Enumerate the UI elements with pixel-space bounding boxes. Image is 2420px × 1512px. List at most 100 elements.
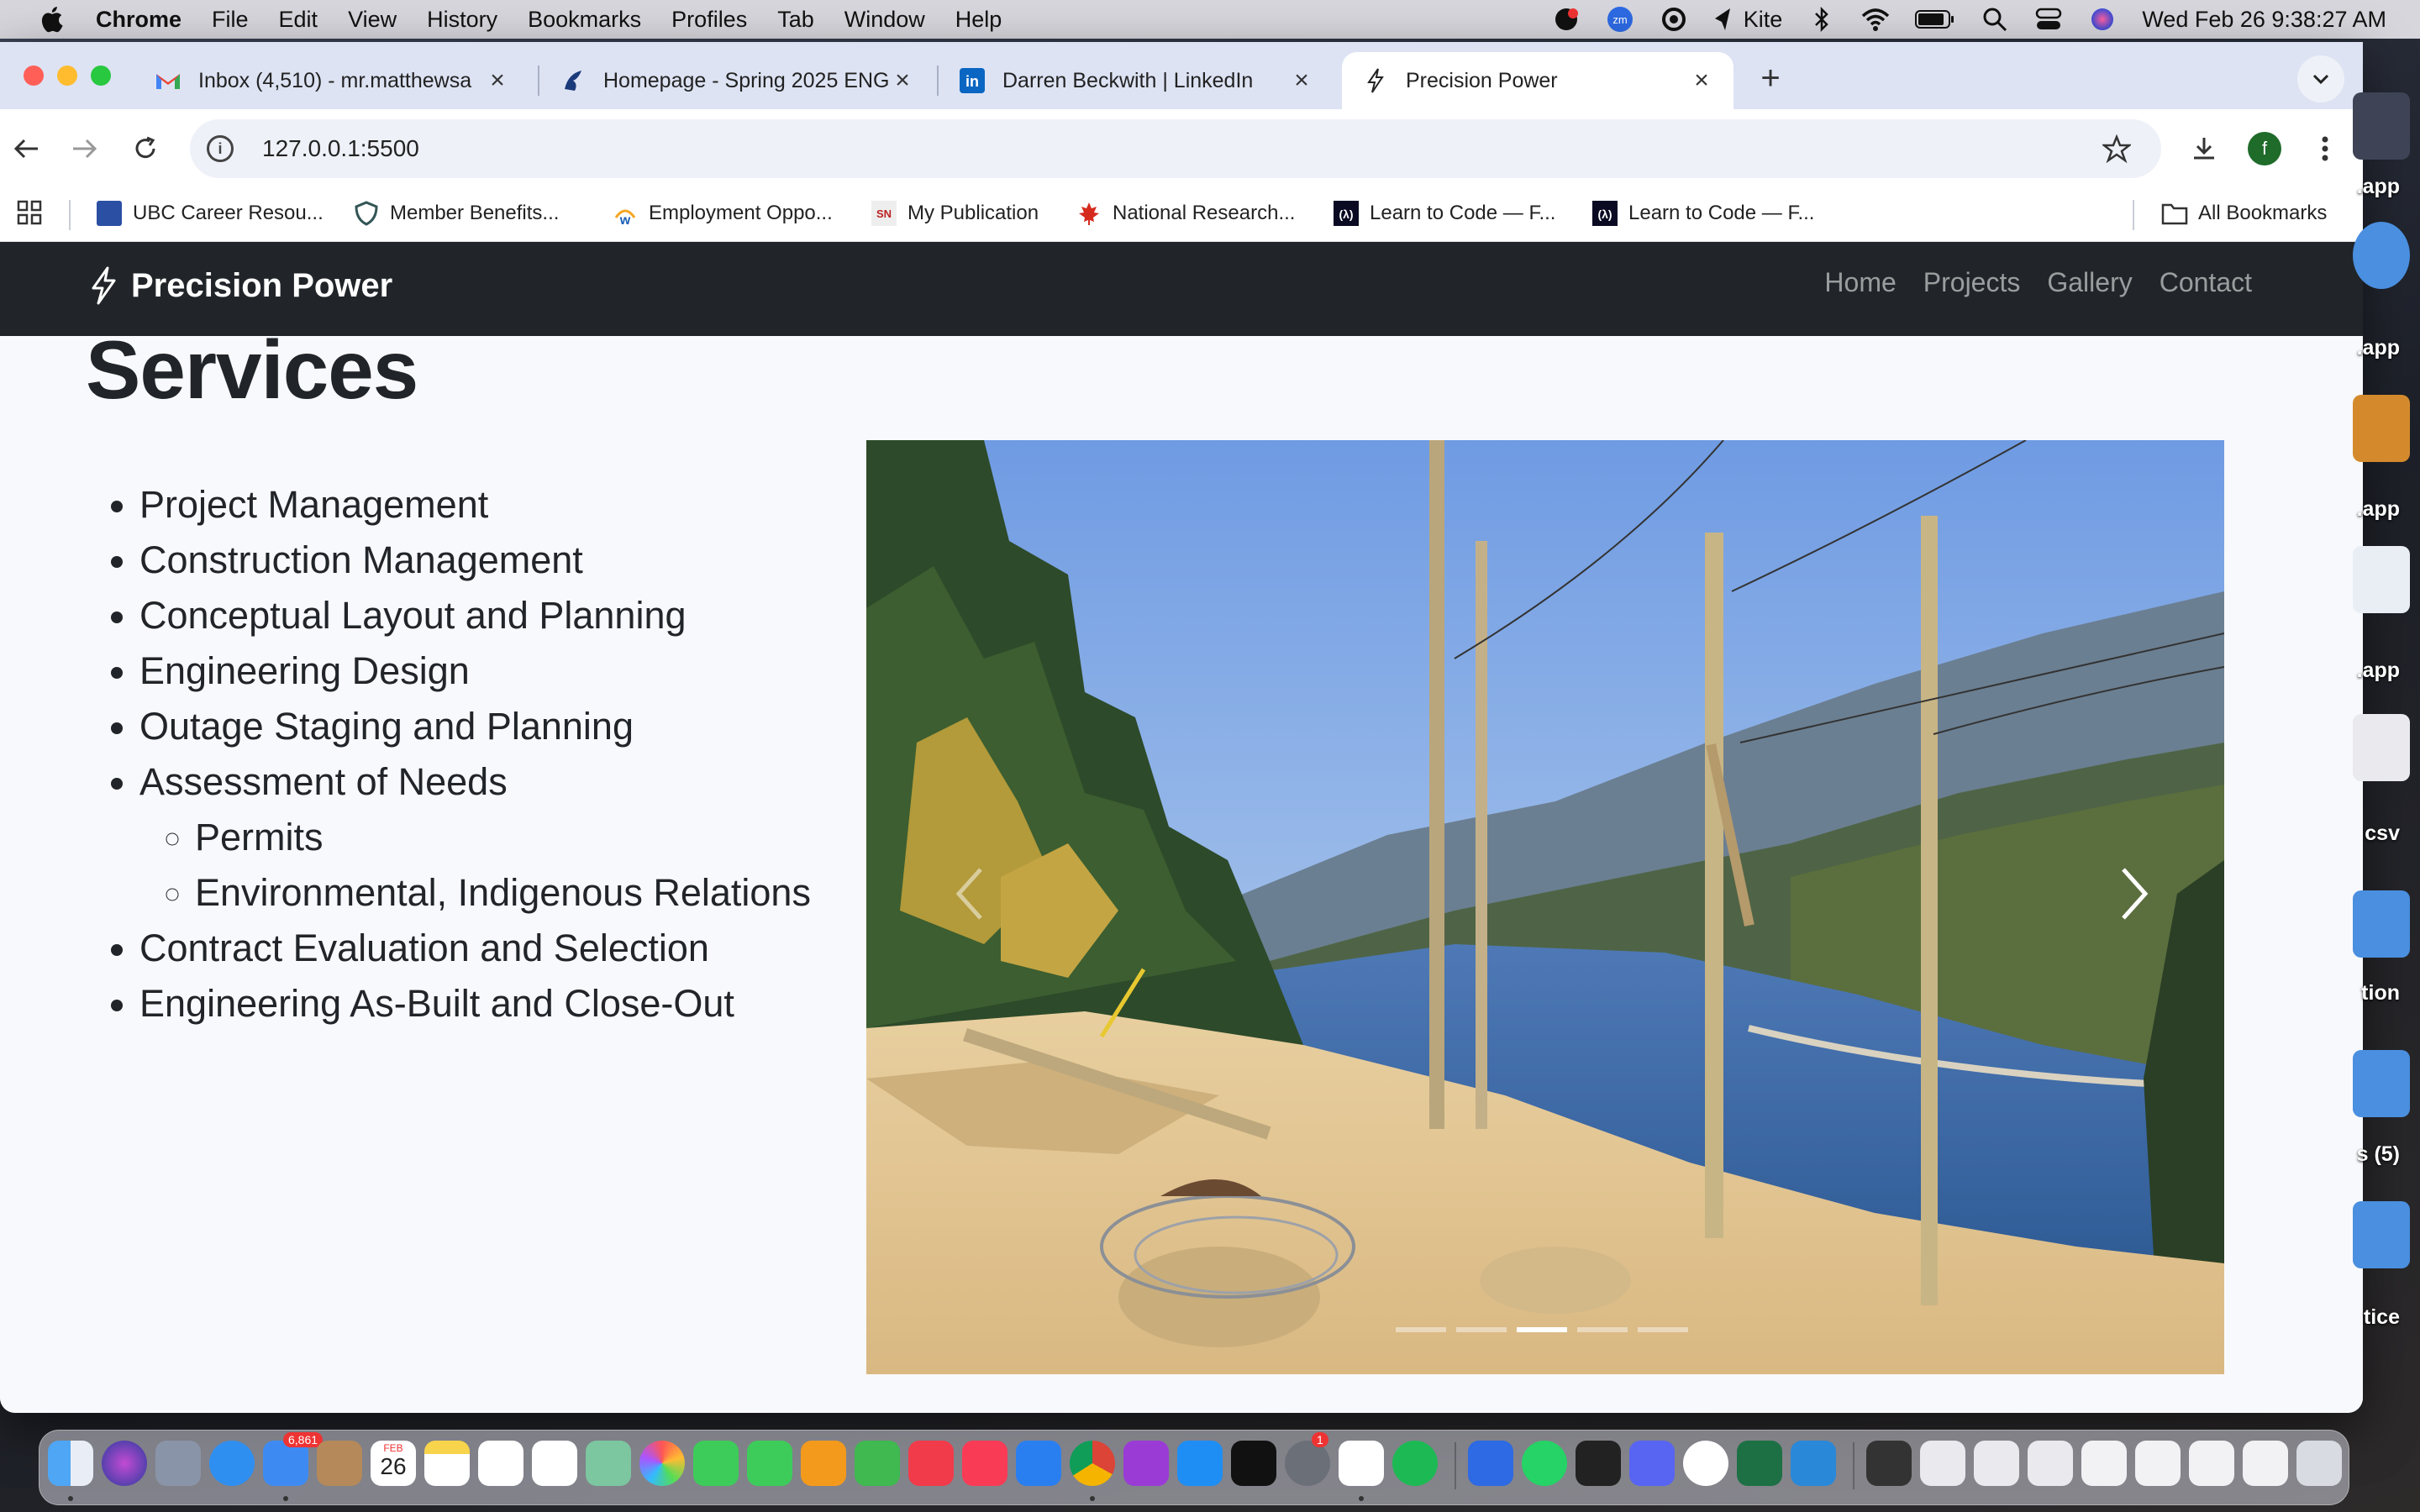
recent-document-icon[interactable] [2243, 1441, 2288, 1486]
forward-arrow-icon[interactable] [64, 128, 106, 170]
tab-search-button[interactable] [2297, 55, 2344, 102]
recent-window-icon[interactable] [1866, 1441, 1912, 1486]
zoom-icon[interactable] [1468, 1441, 1513, 1486]
launchpad-icon[interactable] [155, 1441, 201, 1486]
finder-icon[interactable] [48, 1441, 93, 1486]
whatsapp-icon[interactable] [1522, 1441, 1567, 1486]
bookmark-national-research[interactable]: National Research... [1076, 200, 1295, 227]
control-center-icon[interactable] [2034, 5, 2063, 34]
new-tab-button[interactable]: + [1749, 57, 1791, 99]
excel-icon[interactable] [1737, 1441, 1782, 1486]
bookmark-ubc-career[interactable]: UBC Career Resou... [96, 200, 324, 227]
folder-icon[interactable] [2353, 1050, 2410, 1117]
recent-document-icon[interactable] [2135, 1441, 2181, 1486]
all-bookmarks-button[interactable]: All Bookmarks [2161, 200, 2327, 227]
desktop-file-icon[interactable] [2353, 92, 2410, 160]
nav-link-contact[interactable]: Contact [2160, 267, 2252, 298]
siri-icon[interactable] [102, 1441, 147, 1486]
nav-link-gallery[interactable]: Gallery [2047, 267, 2132, 298]
project-carousel[interactable] [866, 440, 2224, 1374]
bookmark-my-publication[interactable]: SN My Publication [871, 200, 1039, 227]
desktop-app-icon[interactable] [2353, 546, 2410, 613]
bookmark-learn-to-code-1[interactable]: (λ) Learn to Code — F... [1333, 200, 1555, 227]
carousel-indicator[interactable] [1396, 1327, 1446, 1332]
reminders-icon[interactable] [532, 1441, 577, 1486]
gmail-status-icon[interactable] [1552, 5, 1581, 34]
terminal-icon[interactable] [1576, 1441, 1621, 1486]
apps-grid-icon[interactable] [17, 200, 42, 225]
keynote-icon[interactable] [1016, 1441, 1061, 1486]
site-info-icon[interactable]: i [207, 135, 234, 162]
mail-icon[interactable] [263, 1441, 308, 1486]
tab-precision-power[interactable]: Precision Power × [1342, 52, 1733, 109]
apple-tv-icon[interactable] [1231, 1441, 1276, 1486]
tab-close-icon[interactable]: × [1688, 66, 1715, 94]
carousel-indicator[interactable] [1456, 1327, 1507, 1332]
apple-menu-icon[interactable] [32, 0, 71, 39]
menu-bookmarks[interactable]: Bookmarks [528, 7, 641, 33]
bookmark-learn-to-code-2[interactable]: (λ) Learn to Code — F... [1591, 200, 1814, 227]
menubar-clock[interactable]: Wed Feb 26 9:38:27 AM [2142, 7, 2386, 33]
calendar-icon[interactable]: FEB 26 [371, 1441, 416, 1486]
tab-close-icon[interactable]: × [1288, 66, 1315, 94]
spotlight-search-icon[interactable] [1981, 5, 2009, 34]
menu-app-chrome[interactable]: Chrome [96, 7, 182, 33]
bookmark-member-benefits[interactable]: Member Benefits... [353, 200, 559, 227]
bluetooth-icon[interactable] [1807, 5, 1836, 34]
csv-file-icon[interactable] [2353, 714, 2410, 781]
recent-document-icon[interactable] [2081, 1441, 2127, 1486]
site-brand[interactable]: Precision Power [87, 265, 392, 306]
bookmark-star-icon[interactable] [2102, 134, 2131, 163]
back-arrow-icon[interactable] [5, 128, 47, 170]
tab-gmail[interactable]: Inbox (4,510) - mr.matthewsa × [134, 52, 529, 109]
recent-document-icon[interactable] [1920, 1441, 1965, 1486]
folder-icon[interactable] [2353, 1201, 2410, 1268]
discord-icon[interactable] [1629, 1441, 1675, 1486]
download-icon[interactable] [2183, 128, 2225, 170]
carousel-indicator[interactable] [1577, 1327, 1628, 1332]
podcasts-icon[interactable] [1123, 1441, 1169, 1486]
tab-close-icon[interactable]: × [484, 66, 511, 94]
system-settings-icon[interactable] [1285, 1441, 1330, 1486]
carousel-prev-control[interactable] [937, 843, 1004, 944]
notes-icon[interactable] [424, 1441, 470, 1486]
bookmark-employment[interactable]: w Employment Oppo... [612, 200, 833, 227]
folder-icon[interactable] [2353, 890, 2410, 958]
numbers-icon[interactable] [855, 1441, 900, 1486]
desktop-app-icon[interactable] [2353, 395, 2410, 462]
address-bar[interactable]: i [190, 119, 2161, 178]
news-icon[interactable] [908, 1441, 954, 1486]
tab-linkedin[interactable]: in Darren Beckwith | LinkedIn × [939, 52, 1334, 109]
reload-icon[interactable] [124, 128, 166, 170]
slack-icon[interactable] [1339, 1441, 1384, 1486]
spotify-icon[interactable] [1392, 1441, 1438, 1486]
pages-icon[interactable] [801, 1441, 846, 1486]
menu-view[interactable]: View [348, 7, 397, 33]
menu-profiles[interactable]: Profiles [671, 7, 747, 33]
facetime-icon[interactable] [747, 1441, 792, 1486]
zoom-status-icon[interactable]: zm [1606, 5, 1634, 34]
photos-icon[interactable] [639, 1441, 685, 1486]
profile-avatar[interactable]: f [2244, 128, 2286, 170]
music-icon[interactable] [962, 1441, 1007, 1486]
chatgpt-icon[interactable] [1683, 1441, 1728, 1486]
recent-document-icon[interactable] [2189, 1441, 2234, 1486]
menu-window[interactable]: Window [844, 7, 925, 33]
tab-homepage[interactable]: Homepage - Spring 2025 ENG × [539, 52, 934, 109]
messages-icon[interactable] [693, 1441, 739, 1486]
nav-link-projects[interactable]: Projects [1923, 267, 2021, 298]
siri-icon[interactable] [2088, 5, 2117, 34]
nav-link-home[interactable]: Home [1824, 267, 1896, 298]
carousel-indicator-active[interactable] [1517, 1327, 1567, 1332]
safari-icon[interactable] [209, 1441, 255, 1486]
app-store-icon[interactable] [1177, 1441, 1223, 1486]
wifi-icon[interactable] [1861, 5, 1890, 34]
menu-edit[interactable]: Edit [279, 7, 318, 33]
contacts-icon[interactable] [317, 1441, 362, 1486]
focus-status-icon[interactable] [1660, 5, 1688, 34]
maps-icon[interactable] [586, 1441, 631, 1486]
menu-tab[interactable]: Tab [777, 7, 814, 33]
chrome-icon[interactable] [1070, 1441, 1115, 1486]
window-zoom-button[interactable] [91, 66, 111, 86]
desktop-app-icon[interactable] [2353, 222, 2410, 289]
